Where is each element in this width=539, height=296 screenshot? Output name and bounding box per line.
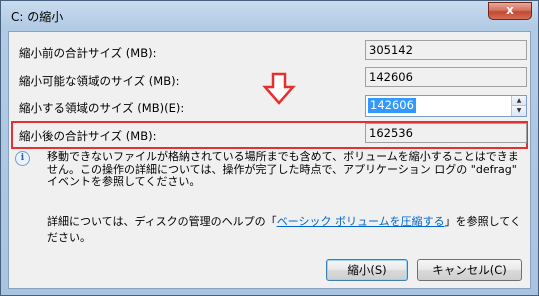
total-size-after-value: 162536 bbox=[365, 123, 527, 143]
spin-down-icon[interactable]: ▼ bbox=[512, 106, 526, 116]
shrink-button[interactable]: 縮小(S) bbox=[326, 259, 408, 281]
window-title: C: の縮小 bbox=[11, 10, 64, 24]
shrink-amount-label: 縮小する領域のサイズ (MB)(E): bbox=[19, 101, 185, 115]
total-size-after-label: 縮小後の合計サイズ (MB): bbox=[19, 129, 157, 143]
cancel-button[interactable]: キャンセル(C) bbox=[417, 259, 522, 281]
available-shrink-space-label: 縮小可能な領域のサイズ (MB): bbox=[19, 74, 180, 88]
title-bar[interactable]: C: の縮小 x bbox=[1, 1, 538, 31]
info-icon: i bbox=[15, 151, 30, 166]
close-button[interactable]: x bbox=[488, 2, 532, 20]
available-shrink-space-value: 142606 bbox=[365, 67, 527, 87]
down-arrow-icon bbox=[262, 72, 296, 105]
shrink-amount-spinbox[interactable]: 142606 ▲ ▼ bbox=[365, 95, 527, 117]
help-prefix: 詳細については、ディスクの管理のヘルプの「 bbox=[47, 215, 277, 228]
help-message: 詳細については、ディスクの管理のヘルプの「ベーシック ボリュームを圧縮する」を参… bbox=[47, 213, 530, 245]
spin-buttons: ▲ ▼ bbox=[511, 96, 526, 116]
total-size-before-value: 305142 bbox=[365, 40, 527, 60]
spin-up-icon[interactable]: ▲ bbox=[512, 96, 526, 106]
help-link[interactable]: ベーシック ボリュームを圧縮する bbox=[277, 215, 445, 228]
total-size-before-label: 縮小前の合計サイズ (MB): bbox=[19, 46, 157, 60]
dialog-client-area: 縮小前の合計サイズ (MB): 305142 縮小可能な領域のサイズ (MB):… bbox=[8, 31, 531, 289]
info-message: 移動できないファイルが格納されている場所までも含めて、ボリュームを縮小することは… bbox=[47, 150, 519, 188]
shrink-amount-input[interactable]: 142606 bbox=[368, 98, 416, 113]
dialog-window: C: の縮小 x 縮小前の合計サイズ (MB): 305142 縮小可能な領域の… bbox=[0, 0, 539, 296]
